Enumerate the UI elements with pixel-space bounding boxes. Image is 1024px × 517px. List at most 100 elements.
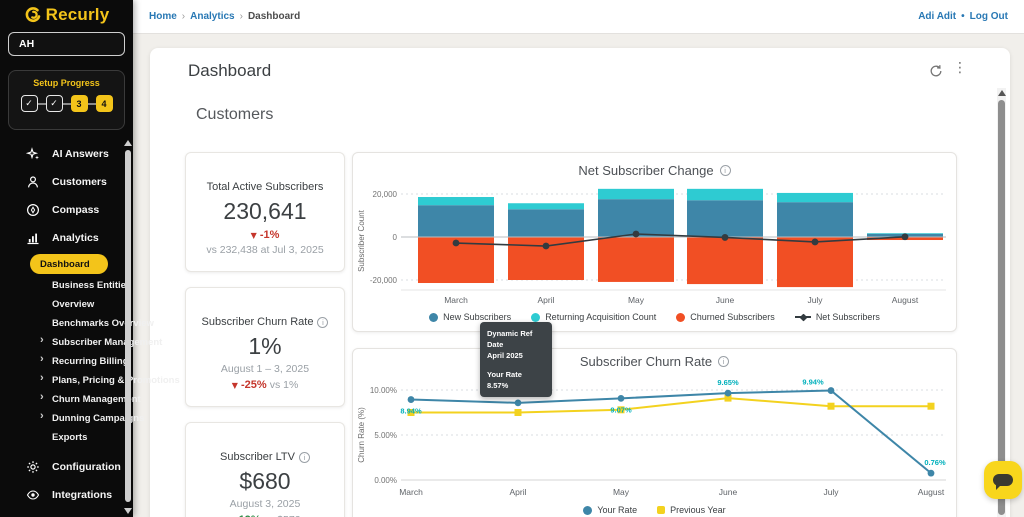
scroll-down-arrow[interactable] xyxy=(124,508,132,514)
total-active-subscribers-card: Total Active Subscribers 230,641 ▼ -1% v… xyxy=(185,152,345,272)
setup-step-2[interactable]: ✓ xyxy=(45,95,63,112)
sidebar-scrollbar[interactable] xyxy=(124,140,132,514)
info-icon[interactable]: i xyxy=(719,165,731,176)
sidebar-item-label: Analytics xyxy=(52,232,99,244)
chart-title-text: Net Subscriber Change xyxy=(578,163,714,178)
scroll-up-arrow[interactable] xyxy=(997,90,1006,96)
svg-text:20,000: 20,000 xyxy=(373,190,398,199)
sidebar-item-dunning-campaigns[interactable]: › Dunning Campaigns xyxy=(0,409,144,428)
info-icon[interactable]: i xyxy=(718,356,730,367)
main-scrollbar-thumb[interactable] xyxy=(998,100,1005,515)
delta-value: -1% xyxy=(259,229,280,241)
sidebar-item-dashboard[interactable]: Dashboard xyxy=(0,254,124,274)
recurly-logo[interactable]: Recurly xyxy=(0,2,133,28)
sidebar-item-overview[interactable]: Overview xyxy=(0,295,124,314)
refresh-button[interactable] xyxy=(928,63,946,81)
sidebar-item-subscriber-management[interactable]: › Subscriber Management xyxy=(0,333,162,352)
eye-icon xyxy=(26,488,40,502)
svg-text:March: March xyxy=(399,487,423,497)
legend-new-subscribers[interactable]: New Subscribers xyxy=(429,312,511,322)
setup-step-3[interactable]: 3 xyxy=(70,95,88,112)
svg-text:July: July xyxy=(807,295,823,305)
svg-text:10.00%: 10.00% xyxy=(370,386,397,395)
main-content: Dashboard ⋮ Customers Total Active Subsc… xyxy=(133,34,1024,517)
setup-step-4[interactable]: 4 xyxy=(95,95,113,112)
step-connector xyxy=(37,102,46,105)
svg-text:May: May xyxy=(628,295,645,305)
svg-text:May: May xyxy=(613,487,630,497)
svg-text:June: June xyxy=(719,487,738,497)
legend-churned-subscribers[interactable]: Churned Subscribers xyxy=(676,312,775,322)
sidebar-item-customers[interactable]: Customers xyxy=(0,168,124,196)
main-scrollbar[interactable] xyxy=(997,88,1006,517)
sidebar-item-label: Compass xyxy=(52,204,100,216)
account-selector[interactable]: AH xyxy=(8,32,125,56)
svg-text:9.65%: 9.65% xyxy=(717,378,739,387)
legend-marker xyxy=(429,312,439,322)
chat-button[interactable] xyxy=(984,461,1022,499)
sidebar-item-configuration[interactable]: Configuration xyxy=(0,453,124,481)
gear-icon xyxy=(26,460,40,474)
sidebar-item-analytics[interactable]: Analytics xyxy=(0,224,124,252)
sidebar-item-plans-pricing-promotions[interactable]: › Plans, Pricing & Promotions xyxy=(0,371,180,390)
sidebar: Recurly AH Setup Progress ✓ ✓ 3 4 AI Ans… xyxy=(0,0,180,517)
sidebar-item-admin[interactable]: Admin xyxy=(0,509,124,517)
setup-step-1[interactable]: ✓ xyxy=(20,95,38,112)
sidebar-item-label: Configuration xyxy=(52,461,121,473)
svg-text:April: April xyxy=(537,295,554,305)
logout-link[interactable]: Log Out xyxy=(970,11,1008,22)
setup-progress-card[interactable]: Setup Progress ✓ ✓ 3 4 xyxy=(8,70,125,130)
topbar: Home › Analytics › Dashboard Adi Adit • … xyxy=(133,0,1024,34)
info-icon[interactable]: i xyxy=(317,316,329,328)
info-icon[interactable]: i xyxy=(299,451,310,463)
user-name-link[interactable]: Adi Adit xyxy=(918,11,956,22)
metric-delta: ▼ -25% vs 1% xyxy=(186,379,344,391)
metric-title-text: Subscriber LTV xyxy=(220,451,295,463)
kebab-menu-button[interactable]: ⋮ xyxy=(953,60,967,80)
breadcrumb-home[interactable]: Home xyxy=(149,11,177,22)
sidebar-item-compass[interactable]: Compass xyxy=(0,196,124,224)
breadcrumb-analytics[interactable]: Analytics xyxy=(190,11,234,22)
sidebar-item-label: Customers xyxy=(52,176,107,188)
metric-title-text: Subscriber Churn Rate xyxy=(201,316,314,328)
sidebar-item-benchmarks-overview[interactable]: Benchmarks Overview xyxy=(0,314,154,333)
chevron-right-icon: › xyxy=(40,334,44,346)
sidebar-scrollbar-thumb[interactable] xyxy=(125,150,131,502)
scroll-up-arrow[interactable] xyxy=(124,140,132,146)
sidebar-item-label: Integrations xyxy=(52,489,113,501)
chart-legend: New Subscribers Returning Acquisition Co… xyxy=(353,312,956,322)
svg-text:April: April xyxy=(509,487,526,497)
metric-period: August 3, 2025 xyxy=(229,498,301,510)
legend-marker xyxy=(531,312,541,322)
sidebar-item-integrations[interactable]: Integrations xyxy=(0,481,124,509)
tooltip-series-label: Your Rate xyxy=(487,370,522,379)
chat-bubble-icon xyxy=(993,474,1013,490)
metric-title: Subscriber LTV i xyxy=(220,451,310,463)
svg-text:March: March xyxy=(444,295,468,305)
legend-net-subscribers[interactable]: Net Subscribers xyxy=(794,312,880,322)
sidebar-item-recurring-billing[interactable]: › Recurring Billing xyxy=(0,352,129,371)
svg-text:9.07%: 9.07% xyxy=(610,405,632,414)
legend-your-rate[interactable]: Your Rate xyxy=(583,505,637,515)
sidebar-item-exports[interactable]: Exports xyxy=(0,428,124,447)
sidebar-item-churn-management[interactable]: › Churn Management xyxy=(0,390,141,409)
legend-label: Net Subscribers xyxy=(815,312,880,322)
legend-previous-year[interactable]: Previous Year xyxy=(657,505,726,515)
delta-compare: vs 1% xyxy=(269,379,299,391)
tooltip-date: April 2025 xyxy=(487,351,523,360)
chart-title: Subscriber Churn Rate i xyxy=(353,354,956,369)
sidebar-item-ai-answers[interactable]: AI Answers xyxy=(0,140,124,168)
tooltip-value: 8.57% xyxy=(487,381,509,390)
legend-returning-acquisition[interactable]: Returning Acquisition Count xyxy=(531,312,656,322)
refresh-icon xyxy=(930,65,942,77)
setup-progress-steps: ✓ ✓ 3 4 xyxy=(9,95,124,112)
svg-text:0.76%: 0.76% xyxy=(924,458,946,467)
chart-legend: Your Rate Previous Year xyxy=(353,505,956,515)
svg-text:Churn Rate (%): Churn Rate (%) xyxy=(357,407,366,463)
sidebar-item-business-entities[interactable]: Business Entities xyxy=(0,276,131,295)
legend-label: Churned Subscribers xyxy=(690,312,775,322)
bar-chart-icon xyxy=(26,231,40,245)
down-arrow-icon: ▼ xyxy=(250,231,257,240)
section-title: Customers xyxy=(196,106,274,123)
metric-period: August 1 – 3, 2025 xyxy=(220,363,310,375)
